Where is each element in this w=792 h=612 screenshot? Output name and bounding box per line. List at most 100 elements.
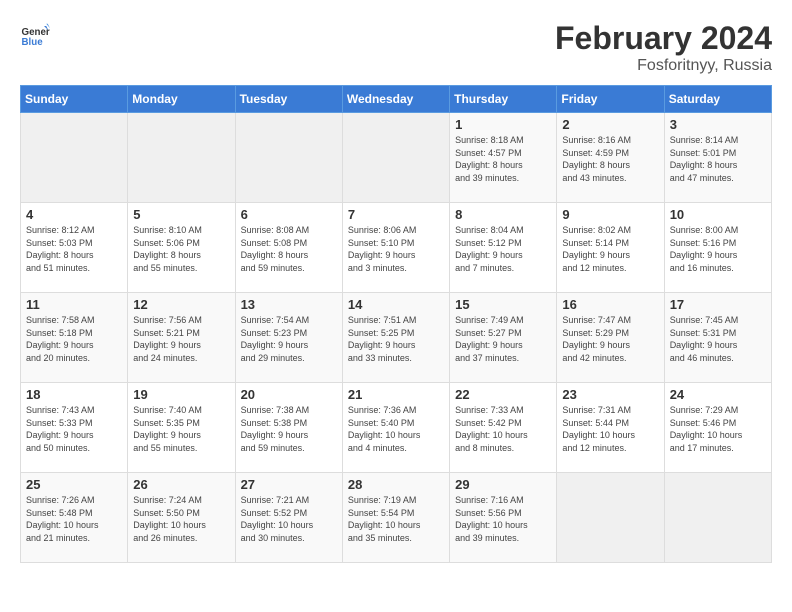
calendar-cell: 25 Sunrise: 7:26 AM Sunset: 5:48 PM Dayli… xyxy=(21,473,128,563)
day-info: Sunrise: 7:43 AM Sunset: 5:33 PM Dayligh… xyxy=(26,404,122,454)
day-info: Sunrise: 8:08 AM Sunset: 5:08 PM Dayligh… xyxy=(241,224,337,274)
calendar-cell: 15 Sunrise: 7:49 AM Sunset: 5:27 PM Dayli… xyxy=(450,293,557,383)
day-info: Sunrise: 7:33 AM Sunset: 5:42 PM Dayligh… xyxy=(455,404,551,454)
day-number: 9 xyxy=(562,207,658,222)
day-number: 24 xyxy=(670,387,766,402)
calendar-cell: 19 Sunrise: 7:40 AM Sunset: 5:35 PM Dayli… xyxy=(128,383,235,473)
calendar-cell: 26 Sunrise: 7:24 AM Sunset: 5:50 PM Dayli… xyxy=(128,473,235,563)
day-number: 20 xyxy=(241,387,337,402)
calendar-cell: 10 Sunrise: 8:00 AM Sunset: 5:16 PM Dayli… xyxy=(664,203,771,293)
day-number: 27 xyxy=(241,477,337,492)
day-number: 18 xyxy=(26,387,122,402)
calendar-cell: 6 Sunrise: 8:08 AM Sunset: 5:08 PM Daylig… xyxy=(235,203,342,293)
calendar-cell xyxy=(342,113,449,203)
day-info: Sunrise: 7:31 AM Sunset: 5:44 PM Dayligh… xyxy=(562,404,658,454)
day-number: 5 xyxy=(133,207,229,222)
day-info: Sunrise: 7:47 AM Sunset: 5:29 PM Dayligh… xyxy=(562,314,658,364)
day-number: 21 xyxy=(348,387,444,402)
day-info: Sunrise: 8:10 AM Sunset: 5:06 PM Dayligh… xyxy=(133,224,229,274)
day-of-week-header: Friday xyxy=(557,86,664,113)
calendar-cell: 22 Sunrise: 7:33 AM Sunset: 5:42 PM Dayli… xyxy=(450,383,557,473)
calendar-cell: 29 Sunrise: 7:16 AM Sunset: 5:56 PM Dayli… xyxy=(450,473,557,563)
calendar-cell: 5 Sunrise: 8:10 AM Sunset: 5:06 PM Daylig… xyxy=(128,203,235,293)
day-info: Sunrise: 7:26 AM Sunset: 5:48 PM Dayligh… xyxy=(26,494,122,544)
calendar-cell: 20 Sunrise: 7:38 AM Sunset: 5:38 PM Dayli… xyxy=(235,383,342,473)
day-info: Sunrise: 7:19 AM Sunset: 5:54 PM Dayligh… xyxy=(348,494,444,544)
day-info: Sunrise: 7:40 AM Sunset: 5:35 PM Dayligh… xyxy=(133,404,229,454)
day-number: 10 xyxy=(670,207,766,222)
day-number: 14 xyxy=(348,297,444,312)
day-info: Sunrise: 7:56 AM Sunset: 5:21 PM Dayligh… xyxy=(133,314,229,364)
day-number: 8 xyxy=(455,207,551,222)
calendar-cell: 2 Sunrise: 8:16 AM Sunset: 4:59 PM Daylig… xyxy=(557,113,664,203)
calendar-cell: 16 Sunrise: 7:47 AM Sunset: 5:29 PM Dayli… xyxy=(557,293,664,383)
calendar-cell: 21 Sunrise: 7:36 AM Sunset: 5:40 PM Dayli… xyxy=(342,383,449,473)
month-year: February 2024 xyxy=(555,20,772,57)
calendar-table: SundayMondayTuesdayWednesdayThursdayFrid… xyxy=(20,85,772,563)
day-info: Sunrise: 7:49 AM Sunset: 5:27 PM Dayligh… xyxy=(455,314,551,364)
day-info: Sunrise: 8:16 AM Sunset: 4:59 PM Dayligh… xyxy=(562,134,658,184)
day-info: Sunrise: 8:06 AM Sunset: 5:10 PM Dayligh… xyxy=(348,224,444,274)
day-info: Sunrise: 7:29 AM Sunset: 5:46 PM Dayligh… xyxy=(670,404,766,454)
day-of-week-header: Tuesday xyxy=(235,86,342,113)
day-info: Sunrise: 8:14 AM Sunset: 5:01 PM Dayligh… xyxy=(670,134,766,184)
calendar-cell: 9 Sunrise: 8:02 AM Sunset: 5:14 PM Daylig… xyxy=(557,203,664,293)
day-info: Sunrise: 8:12 AM Sunset: 5:03 PM Dayligh… xyxy=(26,224,122,274)
day-number: 12 xyxy=(133,297,229,312)
calendar-cell xyxy=(235,113,342,203)
day-number: 15 xyxy=(455,297,551,312)
calendar-cell xyxy=(21,113,128,203)
logo-icon: General Blue xyxy=(20,20,50,50)
title-block: February 2024 Fosforitnyy, Russia xyxy=(555,20,772,75)
day-number: 26 xyxy=(133,477,229,492)
day-info: Sunrise: 8:18 AM Sunset: 4:57 PM Dayligh… xyxy=(455,134,551,184)
day-of-week-header: Monday xyxy=(128,86,235,113)
location: Fosforitnyy, Russia xyxy=(555,57,772,75)
day-number: 22 xyxy=(455,387,551,402)
calendar-cell: 1Sunrise: 8:18 AM Sunset: 4:57 PM Daylig… xyxy=(450,113,557,203)
calendar-cell xyxy=(128,113,235,203)
day-of-week-header: Wednesday xyxy=(342,86,449,113)
day-number: 17 xyxy=(670,297,766,312)
calendar-cell xyxy=(664,473,771,563)
calendar-cell: 18 Sunrise: 7:43 AM Sunset: 5:33 PM Dayli… xyxy=(21,383,128,473)
day-number: 28 xyxy=(348,477,444,492)
day-number: 2 xyxy=(562,117,658,132)
calendar-cell: 8 Sunrise: 8:04 AM Sunset: 5:12 PM Daylig… xyxy=(450,203,557,293)
day-info: Sunrise: 7:51 AM Sunset: 5:25 PM Dayligh… xyxy=(348,314,444,364)
day-of-week-header: Saturday xyxy=(664,86,771,113)
day-info: Sunrise: 8:02 AM Sunset: 5:14 PM Dayligh… xyxy=(562,224,658,274)
day-number: 7 xyxy=(348,207,444,222)
day-info: Sunrise: 7:36 AM Sunset: 5:40 PM Dayligh… xyxy=(348,404,444,454)
calendar-cell: 27 Sunrise: 7:21 AM Sunset: 5:52 PM Dayli… xyxy=(235,473,342,563)
day-info: Sunrise: 7:38 AM Sunset: 5:38 PM Dayligh… xyxy=(241,404,337,454)
day-info: Sunrise: 7:16 AM Sunset: 5:56 PM Dayligh… xyxy=(455,494,551,544)
day-info: Sunrise: 7:21 AM Sunset: 5:52 PM Dayligh… xyxy=(241,494,337,544)
calendar-cell: 17Sunrise: 7:45 AM Sunset: 5:31 PM Dayli… xyxy=(664,293,771,383)
day-number: 4 xyxy=(26,207,122,222)
day-info: Sunrise: 7:54 AM Sunset: 5:23 PM Dayligh… xyxy=(241,314,337,364)
logo: General Blue xyxy=(20,20,50,50)
calendar-cell: 14 Sunrise: 7:51 AM Sunset: 5:25 PM Dayli… xyxy=(342,293,449,383)
day-number: 6 xyxy=(241,207,337,222)
calendar-cell: 23 Sunrise: 7:31 AM Sunset: 5:44 PM Dayli… xyxy=(557,383,664,473)
day-number: 16 xyxy=(562,297,658,312)
day-number: 13 xyxy=(241,297,337,312)
day-number: 29 xyxy=(455,477,551,492)
day-info: Sunrise: 8:04 AM Sunset: 5:12 PM Dayligh… xyxy=(455,224,551,274)
page-header: General Blue February 2024 Fosforitnyy, … xyxy=(20,20,772,75)
calendar-cell: 28 Sunrise: 7:19 AM Sunset: 5:54 PM Dayli… xyxy=(342,473,449,563)
day-number: 19 xyxy=(133,387,229,402)
day-info: Sunrise: 7:24 AM Sunset: 5:50 PM Dayligh… xyxy=(133,494,229,544)
calendar-cell: 13 Sunrise: 7:54 AM Sunset: 5:23 PM Dayli… xyxy=(235,293,342,383)
day-number: 25 xyxy=(26,477,122,492)
calendar-cell: 11Sunrise: 7:58 AM Sunset: 5:18 PM Dayli… xyxy=(21,293,128,383)
calendar-cell: 7 Sunrise: 8:06 AM Sunset: 5:10 PM Daylig… xyxy=(342,203,449,293)
day-info: Sunrise: 7:58 AM Sunset: 5:18 PM Dayligh… xyxy=(26,314,122,364)
svg-text:Blue: Blue xyxy=(22,37,44,48)
day-info: Sunrise: 8:00 AM Sunset: 5:16 PM Dayligh… xyxy=(670,224,766,274)
calendar-cell xyxy=(557,473,664,563)
day-number: 23 xyxy=(562,387,658,402)
calendar-cell: 24 Sunrise: 7:29 AM Sunset: 5:46 PM Dayli… xyxy=(664,383,771,473)
day-of-week-header: Thursday xyxy=(450,86,557,113)
